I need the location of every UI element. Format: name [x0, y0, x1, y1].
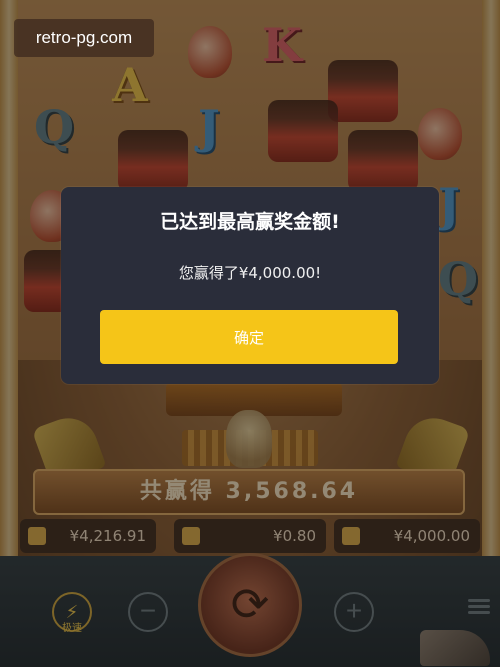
dialog-title: 已达到最高赢奖金额!: [160, 211, 340, 233]
dialog-message: 您赢得了¥4,000.00!: [178, 264, 322, 282]
max-win-dialog: 已达到最高赢奖金额! 您赢得了¥4,000.00! 确定: [61, 187, 439, 384]
site-watermark-label: retro-pg.com: [14, 19, 154, 57]
confirm-button[interactable]: 确定: [100, 310, 398, 364]
